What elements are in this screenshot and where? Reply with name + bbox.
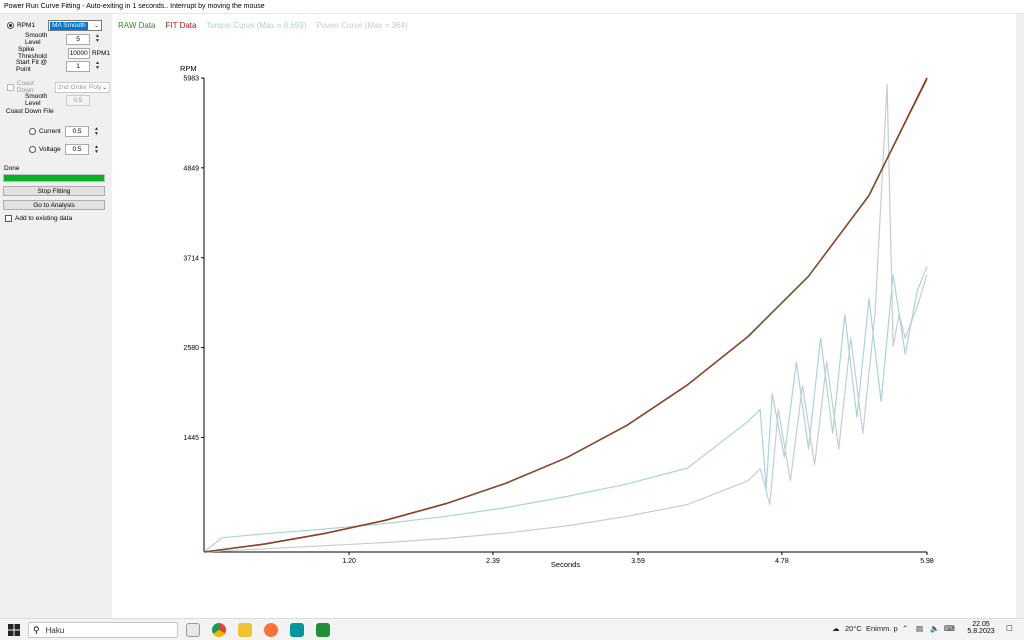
coast-down-file-row: Coast Down File	[6, 108, 54, 115]
taskbar: ⚲ Haku ☁ 20°C Enimm. p ⌃ ▤ 🔈 ⌨ 22.05 5.8…	[0, 618, 1024, 640]
chrome-icon[interactable]	[212, 623, 226, 637]
rpm-label: RPM1	[17, 22, 36, 29]
add-existing-row: Add to existing data	[5, 215, 72, 222]
add-existing-checkbox[interactable]	[5, 215, 12, 222]
weather-icon[interactable]: ☁	[832, 624, 840, 633]
rpm-row: RPM1 MA Smooth ⌄	[7, 20, 103, 31]
coast-down-file-label: Coast Down File	[6, 108, 54, 115]
y-tick-label: 1445	[183, 435, 199, 442]
search-icon: ⚲	[33, 624, 40, 635]
voltage-row: Voltage 0.5 ▲ ▼	[29, 144, 100, 155]
network-icon[interactable]: ▤	[916, 624, 923, 633]
x-tick-label: 4.78	[775, 558, 789, 565]
coast-down-label: Coast Down	[16, 80, 34, 94]
current-row: Current 0.5 ▲ ▼	[29, 126, 100, 137]
app-icon[interactable]	[316, 623, 330, 637]
title-bar: Power Run Curve Fitting - Auto-exiting i…	[0, 0, 1024, 14]
series-fit-line	[203, 77, 928, 553]
add-existing-label: Add to existing data	[15, 215, 73, 222]
y-tick-label: 2580	[183, 345, 199, 352]
coast-down-row: Coast Down 2nd Order Poly ⌄	[7, 80, 110, 94]
coast-down-model-select[interactable]: 2nd Order Poly ⌄	[54, 81, 110, 93]
file-explorer-icon[interactable]	[238, 623, 252, 637]
y-axis-label: RPM	[180, 64, 197, 73]
filter-select[interactable]: MA Smooth ⌄	[48, 20, 103, 31]
smooth-level-row: Smooth Level 5 ▲ ▼	[25, 32, 101, 46]
voltage-radio[interactable]	[29, 146, 36, 153]
x-axis-label: Seconds	[551, 560, 580, 569]
coast-smooth-field[interactable]: 0.5	[66, 94, 90, 106]
current-stepper[interactable]: ▲ ▼	[94, 126, 100, 137]
smooth-level-field[interactable]: 5	[66, 33, 90, 45]
voltage-stepper[interactable]: ▲ ▼	[94, 144, 100, 155]
status-row: Done	[4, 165, 20, 172]
y-tick-label: 3714	[183, 255, 199, 262]
series-power-line	[203, 83, 928, 553]
rpm-chart: 1445 2580 3714 4849 5983 1.20 2.39 3.59 4.78 5.98…	[180, 64, 934, 569]
coast-smooth-label: Smooth Level	[25, 93, 48, 107]
x-tick-label: 1.20	[342, 558, 356, 565]
right-edge-strip	[1016, 14, 1024, 618]
firefox-icon[interactable]	[264, 623, 278, 637]
window-title: Power Run Curve Fitting - Auto-exiting i…	[4, 3, 265, 10]
start-fit-field[interactable]: 1	[66, 60, 90, 72]
coast-down-model-value: 2nd Order Poly	[57, 83, 102, 91]
current-label: Current	[39, 128, 61, 135]
start-fit-row: Start Fit @ Point 1 ▲ ▼	[16, 59, 101, 73]
chevron-down-icon: ⌄	[101, 84, 107, 91]
y-tick-label: 4849	[183, 165, 199, 172]
clock-date: 5.8.2023	[967, 628, 995, 635]
current-field[interactable]: 0.5	[65, 126, 89, 137]
y-tick-label: 5983	[183, 76, 199, 83]
voltage-field[interactable]: 0.5	[65, 144, 89, 155]
x-tick-label: 3.59	[631, 558, 645, 565]
clock-time: 22.05	[972, 621, 990, 628]
weather-temp[interactable]: 20°C	[845, 624, 862, 633]
taskbar-search[interactable]: ⚲ Haku	[28, 622, 178, 638]
language-icon[interactable]: ⌨	[944, 624, 955, 633]
filter-selected-value: MA Smooth	[50, 21, 88, 30]
stop-fitting-button[interactable]: Stop Fitting	[3, 186, 105, 196]
rpm-radio[interactable]	[7, 22, 14, 29]
status-text: Done	[4, 165, 20, 172]
app-window: RPM1 MA Smooth ⌄ Smooth Level 5 ▲ ▼ Spike…	[0, 14, 1024, 618]
coast-smooth-row: Smooth Level 0.5	[25, 93, 90, 107]
control-panel: RPM1 MA Smooth ⌄ Smooth Level 5 ▲ ▼ Spike…	[0, 14, 110, 618]
series-torque-line	[203, 266, 928, 553]
x-tick-label: 5.98	[920, 558, 934, 565]
smooth-level-label: Smooth Level	[25, 32, 48, 46]
spike-threshold-unit: RPM1	[91, 49, 110, 57]
speaker-icon[interactable]: 🔈	[930, 624, 939, 633]
x-tick-label: 2.39	[486, 558, 500, 565]
smooth-level-stepper[interactable]: ▲ ▼	[95, 34, 101, 44]
spike-threshold-row: Spike Threshold 10000 RPM1	[18, 46, 110, 60]
spike-threshold-label: Spike Threshold	[18, 46, 47, 60]
start-fit-stepper[interactable]: ▲ ▼	[95, 61, 101, 71]
search-placeholder: Haku	[45, 625, 65, 635]
current-radio[interactable]	[29, 128, 36, 135]
task-view-icon[interactable]	[186, 623, 200, 637]
plot-area: RAW Data FIT Data Torque Curve (Max = 9.…	[112, 14, 1024, 618]
progress-fill	[4, 175, 104, 181]
voltage-label: Voltage	[39, 146, 61, 153]
weather-desc[interactable]: Enimm. p	[866, 624, 898, 633]
notification-icon[interactable]: ☐	[1006, 624, 1013, 633]
spike-threshold-field[interactable]: 10000	[67, 47, 90, 59]
windows-start-icon[interactable]	[8, 624, 20, 636]
coast-down-checkbox[interactable]	[7, 83, 14, 91]
chevron-up-icon[interactable]: ⌃	[902, 624, 908, 633]
arduino-icon[interactable]	[290, 623, 304, 637]
clock[interactable]: 22.05 5.8.2023	[966, 621, 996, 635]
progress-bar	[3, 174, 105, 182]
series-raw-line	[203, 79, 928, 553]
start-fit-label: Start Fit @ Point	[16, 59, 48, 73]
go-to-analysis-button[interactable]: Go to Analysis	[3, 200, 105, 210]
chevron-down-icon: ⌄	[94, 23, 100, 29]
